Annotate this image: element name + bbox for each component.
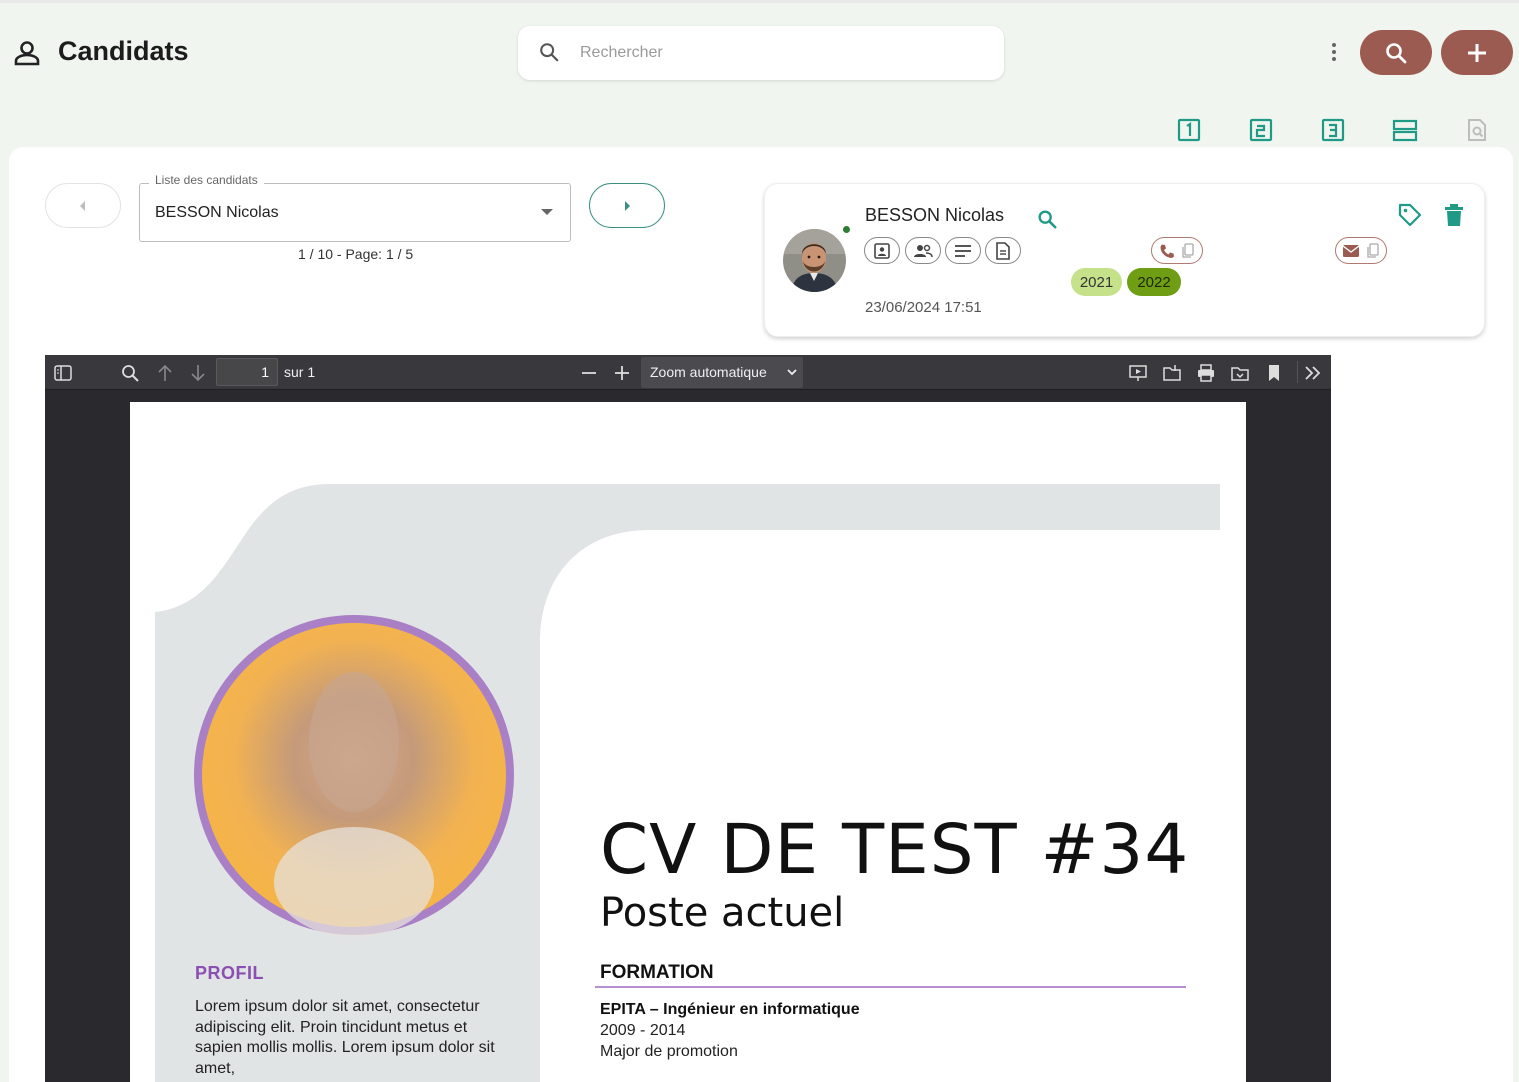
zoom-select[interactable]: Zoom automatique (641, 357, 803, 388)
page-count-label: sur 1 (284, 364, 316, 380)
mail-icon (1342, 244, 1360, 257)
year-badge-2022[interactable]: 2022 (1127, 268, 1181, 296)
contact-card-icon (874, 242, 890, 259)
cv-formation-heading: FORMATION (600, 962, 714, 983)
arrow-down-icon[interactable] (187, 362, 209, 384)
copy-icon (1182, 242, 1194, 258)
email-chip[interactable] (1335, 237, 1387, 264)
person-icon (14, 41, 40, 66)
cv-profil-heading: PROFIL (195, 963, 264, 983)
more-menu-icon[interactable] (1322, 38, 1346, 66)
add-candidate-button[interactable] (1441, 30, 1513, 75)
candidate-select-label: Liste des candidats (149, 173, 264, 187)
next-candidate-button[interactable] (589, 183, 665, 228)
pager-info: 1 / 10 - Page: 1 / 5 (298, 246, 414, 262)
document-icon (996, 241, 1010, 260)
chevron-down-icon[interactable] (541, 209, 553, 215)
toolbar-divider (1297, 361, 1298, 383)
zoom-out-icon[interactable] (578, 362, 600, 384)
page-title: Candidats (58, 36, 189, 66)
phone-icon (1160, 244, 1174, 258)
download-icon[interactable] (1229, 362, 1251, 384)
trash-icon[interactable] (1444, 203, 1464, 227)
online-status-indicator (842, 225, 851, 234)
arrow-up-icon[interactable] (154, 362, 176, 384)
zoom-select-value: Zoom automatique (650, 364, 767, 380)
more-tools-icon[interactable] (1302, 362, 1324, 384)
print-icon[interactable] (1195, 362, 1217, 384)
people-chip[interactable] (905, 237, 941, 264)
avatar (783, 229, 846, 292)
cv-education-school: EPITA – Ingénieur en informatique (600, 1001, 860, 1018)
split-view-icon[interactable] (1392, 117, 1418, 143)
search-icon (540, 43, 559, 62)
zoom-in-icon[interactable] (611, 362, 633, 384)
search-bar[interactable] (518, 26, 1004, 80)
presentation-mode-icon[interactable] (1127, 362, 1149, 384)
year-badge-2021[interactable]: 2021 (1071, 268, 1122, 296)
cv-formation-divider (595, 986, 1186, 988)
contact-card-chip[interactable] (864, 237, 900, 264)
search-icon (1386, 42, 1407, 63)
phone-chip[interactable] (1151, 237, 1203, 264)
cv-education-note: Major de promotion (600, 1043, 738, 1060)
plus-icon (1468, 43, 1486, 62)
open-file-icon[interactable] (1161, 362, 1183, 384)
previous-candidate-button[interactable] (45, 183, 121, 228)
search-input[interactable] (580, 38, 980, 68)
candidate-date: 23/06/2024 17:51 (865, 299, 982, 316)
pdf-toolbar: sur 1 Zoom automatique (45, 355, 1331, 390)
cv-profil-text: Lorem ipsum dolor sit amet, consectetur … (195, 998, 495, 1077)
search-icon[interactable] (1036, 208, 1058, 230)
notes-icon (955, 244, 971, 257)
candidate-name: BESSON Nicolas (865, 205, 1005, 225)
caret-left-icon (80, 200, 85, 211)
notes-chip[interactable] (945, 237, 981, 264)
search-button[interactable] (1360, 30, 1432, 75)
caret-right-icon (625, 200, 630, 211)
tag-icon[interactable] (1397, 202, 1423, 228)
page-number-input[interactable] (216, 358, 278, 386)
top-border (0, 0, 1519, 3)
pdf-page: CV DE TEST #34 Poste actuel FORMATION EP… (130, 402, 1246, 1082)
cv-subtitle: Poste actuel (600, 890, 845, 936)
pdf-viewer: sur 1 Zoom automatique (45, 355, 1331, 1082)
copy-icon (1367, 242, 1379, 258)
view-2-icon[interactable] (1248, 117, 1274, 143)
chevron-down-icon[interactable] (786, 367, 798, 377)
document-chip[interactable] (985, 237, 1021, 264)
candidate-select-value[interactable]: BESSON Nicolas (155, 204, 279, 222)
sidebar-toggle-icon[interactable] (52, 362, 74, 384)
cv-title: CV DE TEST #34 (600, 810, 1190, 890)
view-1-icon[interactable] (1176, 117, 1202, 143)
bookmark-icon[interactable] (1263, 362, 1285, 384)
find-icon[interactable] (119, 362, 141, 384)
cv-education-years: 2009 - 2014 (600, 1022, 686, 1039)
view-3-icon[interactable] (1320, 117, 1346, 143)
document-search-icon[interactable] (1464, 117, 1490, 143)
people-icon (914, 244, 933, 257)
